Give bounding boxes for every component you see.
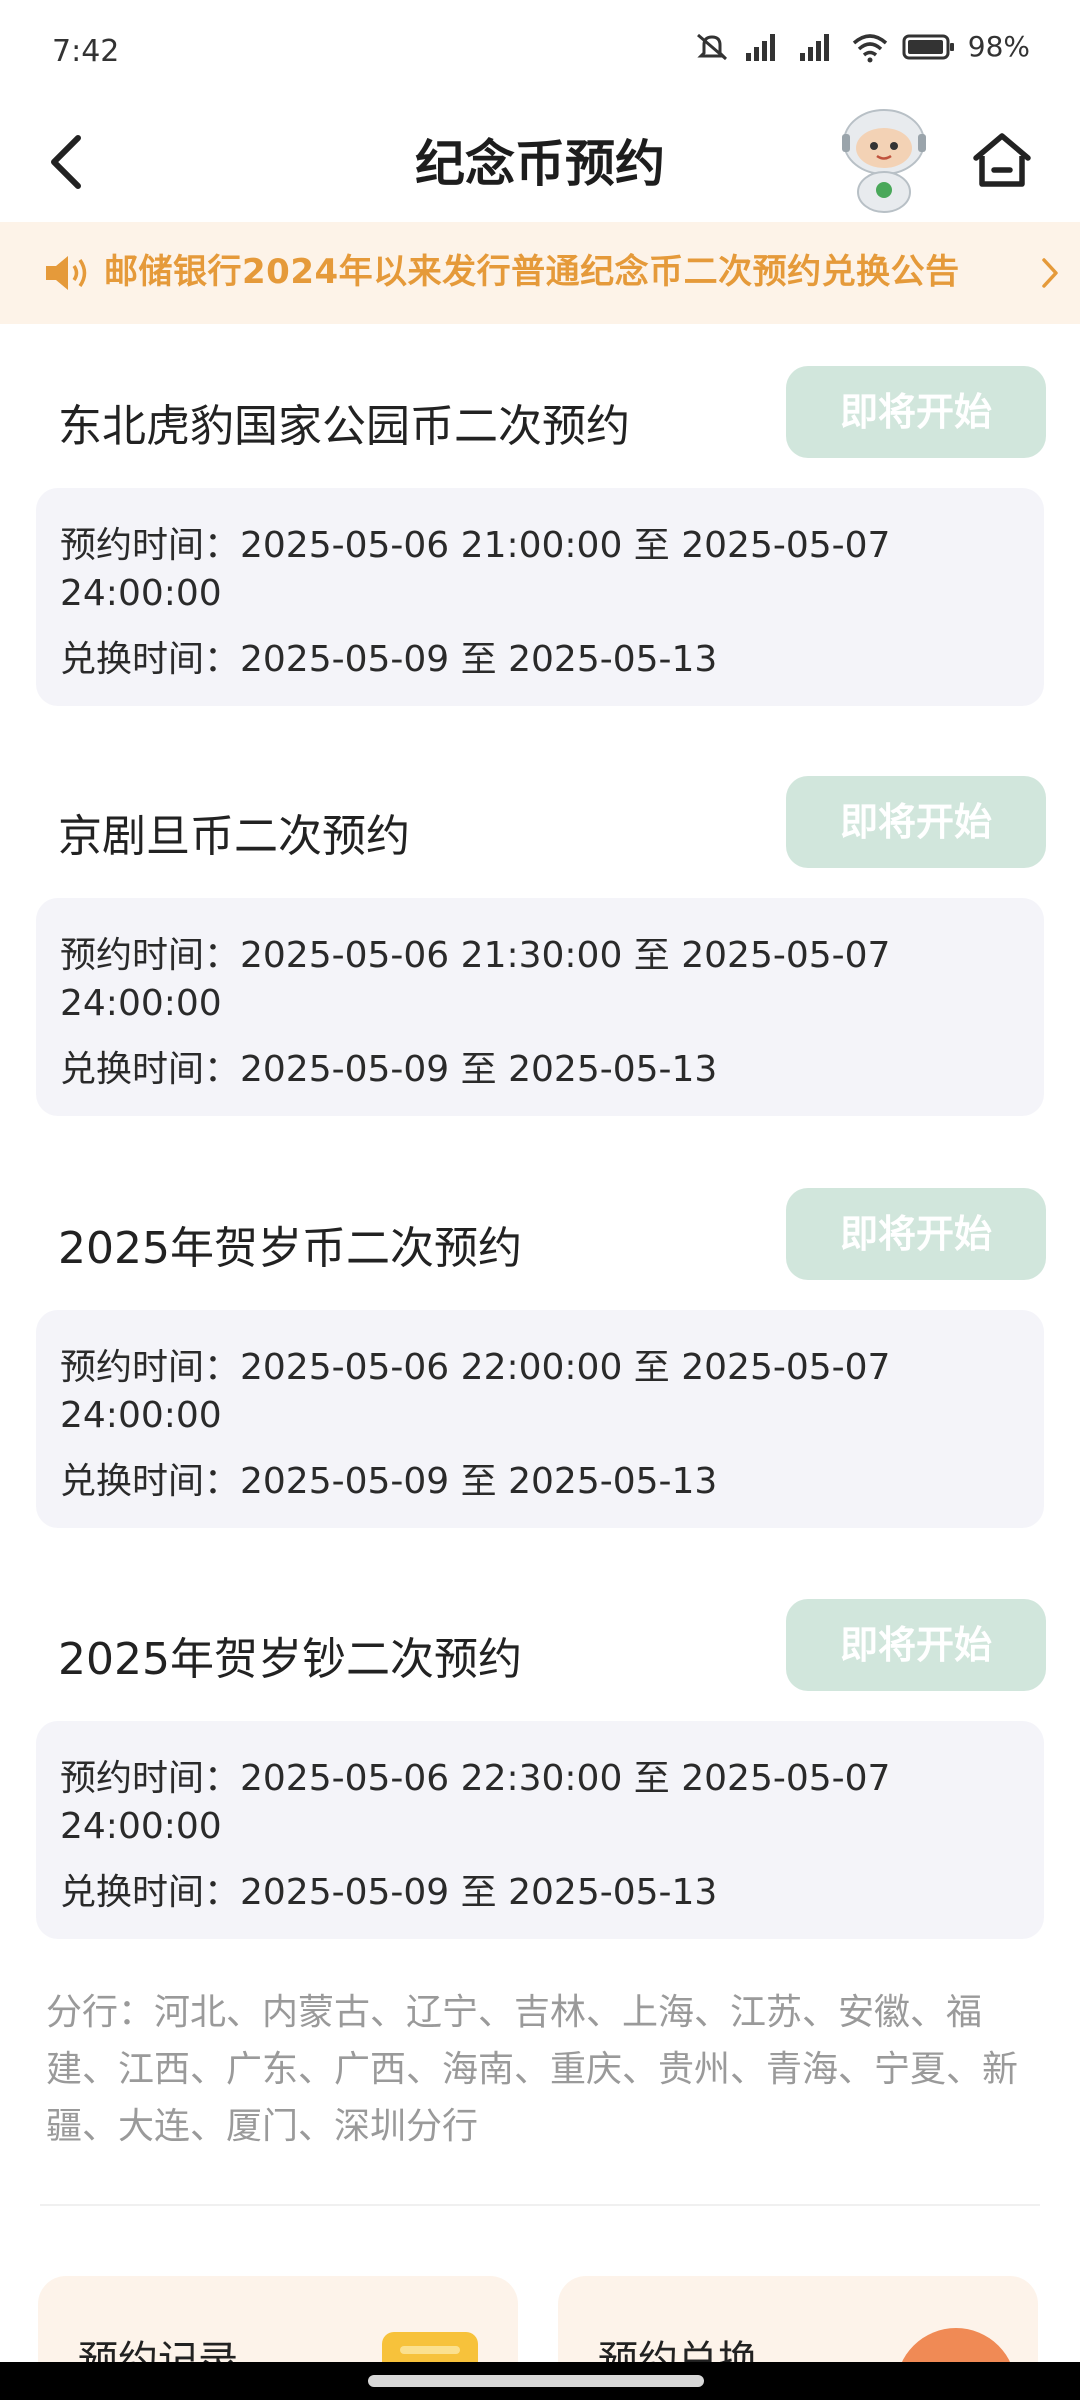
branch-list: 分行：河北、内蒙古、辽宁、吉林、上海、江苏、安徽、福建、江西、广东、广西、海南、… xyxy=(46,1992,1019,2147)
mute-icon xyxy=(696,33,727,60)
card-title: 京剧旦币二次预约 xyxy=(58,811,410,862)
signal-icon xyxy=(745,33,775,61)
coming-soon-button[interactable]: 即将开始 xyxy=(786,1188,1046,1280)
battery-level: 98% xyxy=(967,30,1030,63)
card-details: 预约时间：2025-05-06 22:00:00 至 2025-05-07 24… xyxy=(36,1310,1044,1528)
exchange-time: 兑换时间：2025-05-09 至 2025-05-13 xyxy=(60,639,718,680)
speaker-icon xyxy=(46,256,87,290)
coming-soon-button[interactable]: 即将开始 xyxy=(786,776,1046,868)
reservation-time: 预约时间：2025-05-06 22:30:00 至 2025-05-07 xyxy=(60,1758,891,1799)
reservation-time-end: 24:00:00 xyxy=(60,573,222,614)
reservation-card: 东北虎豹国家公园币二次预约 即将开始 预约时间：2025-05-06 21:00… xyxy=(0,366,1080,746)
status-bar: 7:42 98% xyxy=(0,0,1080,104)
mascot-icon xyxy=(842,109,926,213)
card-title: 2025年贺岁币二次预约 xyxy=(58,1223,522,1274)
home-icon xyxy=(973,133,1031,187)
reservation-card: 2025年贺岁钞二次预约 即将开始 预约时间：2025-05-06 22:30:… xyxy=(0,1599,1080,1979)
card-title: 2025年贺岁钞二次预约 xyxy=(58,1634,522,1685)
coming-soon-button[interactable]: 即将开始 xyxy=(786,1599,1046,1691)
home-button[interactable] xyxy=(966,124,1038,196)
exchange-time: 兑换时间：2025-05-09 至 2025-05-13 xyxy=(60,1872,718,1913)
header: 纪念币预约 xyxy=(0,104,1080,220)
wifi-icon xyxy=(852,33,887,62)
coming-soon-button[interactable]: 即将开始 xyxy=(786,366,1046,458)
status-time: 7:42 xyxy=(52,34,120,69)
home-indicator[interactable] xyxy=(368,2375,704,2387)
status-icons: 98% xyxy=(694,30,1030,63)
exchange-time: 兑换时间：2025-05-09 至 2025-05-13 xyxy=(60,1461,718,1502)
reservation-time-end: 24:00:00 xyxy=(60,1395,222,1436)
mascot-button[interactable] xyxy=(834,104,934,216)
notice-banner[interactable]: 邮储银行2024年以来发行普通纪念币二次预约兑换公告 xyxy=(0,222,1080,324)
chevron-right-icon xyxy=(1042,258,1058,288)
card-details: 预约时间：2025-05-06 21:00:00 至 2025-05-07 24… xyxy=(36,488,1044,706)
divider xyxy=(40,2204,1040,2206)
battery-icon xyxy=(902,34,954,59)
card-details: 预约时间：2025-05-06 21:30:00 至 2025-05-07 24… xyxy=(36,898,1044,1116)
reservation-time: 预约时间：2025-05-06 21:30:00 至 2025-05-07 xyxy=(60,935,891,976)
reservation-time: 预约时间：2025-05-06 21:00:00 至 2025-05-07 xyxy=(60,525,891,566)
reservation-time-end: 24:00:00 xyxy=(60,1806,222,1847)
reservation-time-end: 24:00:00 xyxy=(60,983,222,1024)
signal-icon-2 xyxy=(799,33,829,61)
card-title: 东北虎豹国家公园币二次预约 xyxy=(58,401,630,452)
system-nav-bar xyxy=(0,2362,1080,2400)
exchange-time: 兑换时间：2025-05-09 至 2025-05-13 xyxy=(60,1049,718,1090)
card-details: 预约时间：2025-05-06 22:30:00 至 2025-05-07 24… xyxy=(36,1721,1044,1939)
notice-text: 邮储银行2024年以来发行普通纪念币二次预约兑换公告 xyxy=(104,252,960,292)
reservation-card: 2025年贺岁币二次预约 即将开始 预约时间：2025-05-06 22:00:… xyxy=(0,1188,1080,1568)
reservation-card: 京剧旦币二次预约 即将开始 预约时间：2025-05-06 21:30:00 至… xyxy=(0,776,1080,1156)
reservation-time: 预约时间：2025-05-06 22:00:00 至 2025-05-07 xyxy=(60,1347,891,1388)
